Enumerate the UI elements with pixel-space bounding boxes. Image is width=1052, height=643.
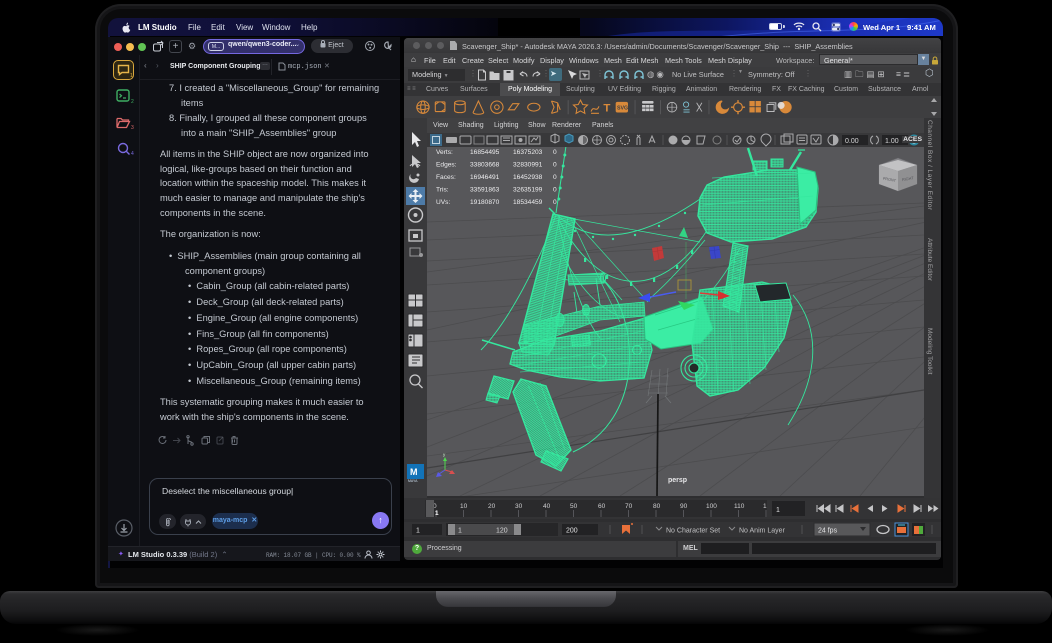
svg-text:0: 0 <box>553 149 557 156</box>
svg-text:70: 70 <box>625 503 633 510</box>
svg-text:18534459: 18534459 <box>513 199 543 206</box>
svg-text:Edges:: Edges: <box>436 162 457 169</box>
svg-text:y: y <box>443 452 446 457</box>
svg-text:0: 0 <box>553 162 557 169</box>
svg-text:1: 1 <box>763 503 767 510</box>
svg-text:0: 0 <box>553 174 557 181</box>
svg-text:120: 120 <box>496 528 508 535</box>
svg-text:0: 0 <box>553 187 557 194</box>
svg-text:32635199: 32635199 <box>513 187 543 194</box>
svg-text:19180870: 19180870 <box>470 199 500 206</box>
svg-text:16452938: 16452938 <box>513 174 543 181</box>
svg-text:60: 60 <box>598 503 606 510</box>
svg-text:200: 200 <box>566 528 578 535</box>
svg-text:1: 1 <box>776 507 780 514</box>
svg-text:Tris:: Tris: <box>436 187 449 194</box>
svg-text:SVG: SVG <box>617 105 628 111</box>
svg-text:T: T <box>603 103 610 115</box>
svg-text:33591863: 33591863 <box>470 187 500 194</box>
svg-text:110: 110 <box>734 503 745 510</box>
svg-text:50: 50 <box>570 503 578 510</box>
svg-text:40: 40 <box>543 503 551 510</box>
svg-text:1.00: 1.00 <box>885 138 899 145</box>
svg-text:80: 80 <box>653 503 661 510</box>
svg-text:16375203: 16375203 <box>513 149 543 156</box>
svg-text:16854495: 16854495 <box>470 149 500 156</box>
svg-text:UVs:: UVs: <box>436 199 450 206</box>
svg-text:24 fps: 24 fps <box>818 528 838 535</box>
svg-text:1: 1 <box>458 528 462 535</box>
svg-text:No Anim Layer: No Anim Layer <box>739 528 786 535</box>
svg-text:32830991: 32830991 <box>513 162 543 169</box>
svg-text:1: 1 <box>416 528 420 535</box>
svg-text:1: 1 <box>435 510 439 517</box>
svg-text:16946491: 16946491 <box>470 174 500 181</box>
svg-text:persp: persp <box>668 477 687 484</box>
svg-text:M: M <box>410 467 418 477</box>
svg-text:10: 10 <box>460 503 468 510</box>
svg-text:90: 90 <box>680 503 688 510</box>
svg-text:MAYA: MAYA <box>408 479 418 483</box>
svg-text:30: 30 <box>515 503 523 510</box>
svg-text:Faces:: Faces: <box>436 174 456 181</box>
svg-text:20: 20 <box>488 503 496 510</box>
svg-text:100: 100 <box>706 503 717 510</box>
svg-text:0: 0 <box>553 199 557 206</box>
svg-text:0.00: 0.00 <box>845 138 859 145</box>
svg-text:No Character Set: No Character Set <box>666 528 720 535</box>
svg-text:33803668: 33803668 <box>470 162 500 169</box>
svg-text:Verts:: Verts: <box>436 149 453 156</box>
